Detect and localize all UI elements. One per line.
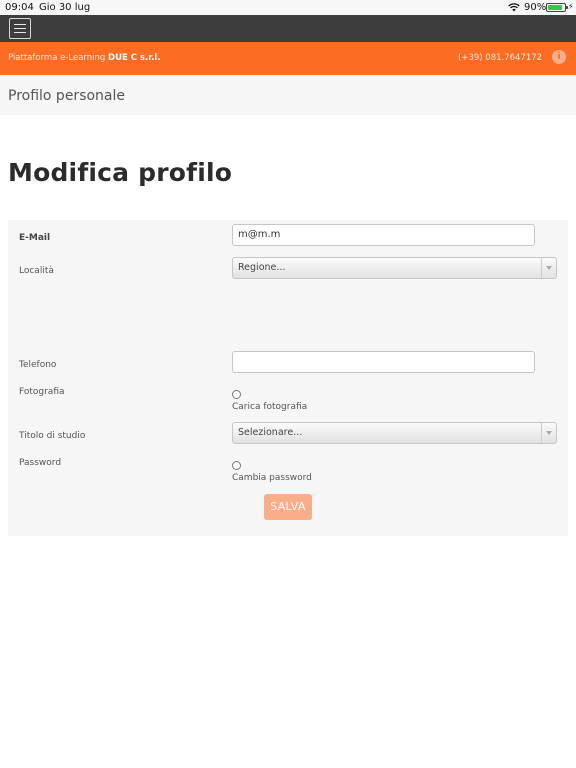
email-field[interactable]: m@m.m bbox=[232, 224, 535, 246]
telefono-label: Telefono bbox=[19, 360, 57, 370]
status-date: Gio 30 lug bbox=[39, 2, 91, 13]
platform-prefix: Piattaforma e-Learning bbox=[8, 53, 109, 63]
page-header-title: Profilo personale bbox=[8, 88, 126, 104]
battery-icon bbox=[546, 3, 568, 12]
titolo-di-studio-label: Titolo di studio bbox=[19, 431, 86, 441]
wifi-icon bbox=[508, 3, 520, 12]
region-select-value: Regione... bbox=[238, 262, 286, 273]
hamburger-menu-button[interactable] bbox=[9, 18, 31, 39]
page-header: Profilo personale bbox=[0, 75, 576, 115]
titolo-di-studio-select[interactable]: Selezionare... bbox=[232, 422, 557, 444]
telefono-field[interactable] bbox=[232, 351, 535, 373]
cambia-password-radio[interactable] bbox=[232, 461, 241, 470]
localita-label: Località bbox=[19, 266, 54, 276]
carica-fotografia-label[interactable]: Carica fotografia bbox=[232, 402, 307, 412]
contact-phone[interactable]: (+39) 081.7647172 bbox=[458, 53, 542, 63]
info-icon[interactable]: i bbox=[552, 50, 566, 64]
battery-percentage: 90% bbox=[524, 2, 547, 13]
platform-name: Piattaforma e-Learning DUE C s.r.l. bbox=[8, 53, 161, 63]
password-label: Password bbox=[19, 458, 62, 468]
company-name: DUE C s.r.l. bbox=[108, 53, 161, 63]
charging-bolt-icon: ⚡ bbox=[568, 2, 574, 11]
email-label: E-Mail bbox=[19, 233, 51, 243]
cambia-password-label[interactable]: Cambia password bbox=[232, 473, 312, 483]
top-navbar bbox=[0, 15, 576, 42]
fotografia-label: Fotografia bbox=[19, 387, 65, 397]
status-time: 09:04 bbox=[5, 2, 34, 13]
brand-banner: Piattaforma e-Learning DUE C s.r.l. (+39… bbox=[0, 42, 576, 75]
carica-fotografia-radio[interactable] bbox=[232, 390, 241, 399]
titolo-select-value: Selezionare... bbox=[238, 427, 303, 438]
save-button[interactable]: SALVA bbox=[264, 494, 312, 520]
status-bar: 09:04 Gio 30 lug 90% ⚡ bbox=[0, 0, 576, 15]
chevron-down-icon bbox=[541, 423, 556, 443]
region-select[interactable]: Regione... bbox=[232, 257, 557, 279]
page-title: Modifica profilo bbox=[8, 158, 233, 187]
chevron-down-icon bbox=[541, 258, 556, 278]
